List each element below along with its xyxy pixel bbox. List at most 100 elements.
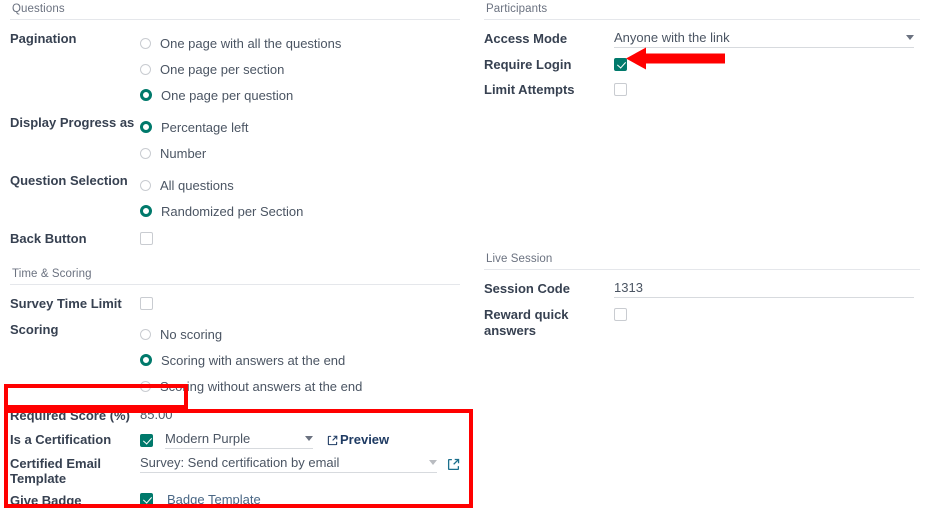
field-row-session-code: Session Code 1313 <box>484 276 920 302</box>
access-mode-label: Access Mode <box>484 31 568 46</box>
external-link-icon <box>327 434 338 449</box>
external-link-icon <box>447 458 460 474</box>
back-button-field <box>140 228 460 246</box>
radio-icon[interactable] <box>140 380 151 392</box>
radio-label: One page with all the questions <box>160 35 342 51</box>
scoring-label: Scoring <box>10 322 59 337</box>
radio-option-one-page-all[interactable]: One page with all the questions <box>140 30 460 56</box>
field-row-pagination: Pagination One page with all the questio… <box>10 26 460 110</box>
field-row-certified-email-template: Certified Email Template Survey: Send ce… <box>10 451 460 488</box>
radio-option-one-page-per-section[interactable]: One page per section <box>140 56 460 82</box>
field-row-limit-attempts: Limit Attempts <box>484 77 920 102</box>
radio-label: Randomized per Section <box>161 203 304 219</box>
require-login-checkbox[interactable] <box>614 58 627 72</box>
session-code-input[interactable]: 1313 <box>614 280 914 298</box>
radio-icon[interactable] <box>140 63 151 75</box>
right-column: Participants Access Mode Anyone with the… <box>484 0 920 341</box>
field-row-access-mode: Access Mode Anyone with the link <box>484 26 920 52</box>
field-row-require-login: Require Login <box>484 52 920 77</box>
required-score-label: Required Score (%) <box>10 408 130 423</box>
radio-icon[interactable] <box>140 37 151 49</box>
left-column: Questions Pagination One page with all t… <box>10 0 460 512</box>
radio-option-number[interactable]: Number <box>140 140 460 166</box>
field-row-display-progress: Display Progress as Percentage left Numb… <box>10 110 460 168</box>
display-progress-options: Percentage left Number <box>140 112 460 166</box>
radio-label: One page per section <box>160 61 285 77</box>
radio-icon[interactable] <box>140 179 151 191</box>
give-badge-field: Badge Template <box>140 490 460 507</box>
radio-icon-selected[interactable] <box>140 354 152 366</box>
is-certification-label: Is a Certification <box>10 432 112 447</box>
reward-quick-answers-label: Reward quick answers <box>484 307 569 338</box>
field-row-question-selection: Question Selection All questions Randomi… <box>10 168 460 226</box>
radio-label: All questions <box>160 177 234 193</box>
radio-label: Scoring without answers at the end <box>160 378 363 394</box>
radio-label: Percentage left <box>161 119 249 135</box>
open-email-template-button[interactable] <box>447 458 460 471</box>
preview-label: Preview <box>340 431 390 447</box>
access-mode-value: Anyone with the link <box>614 30 730 45</box>
field-row-scoring: Scoring No scoring Scoring with answers … <box>10 317 460 401</box>
radio-option-one-page-per-question[interactable]: One page per question <box>140 82 460 108</box>
pagination-options: One page with all the questions One page… <box>140 28 460 108</box>
preview-link[interactable]: Preview <box>327 432 389 449</box>
session-code-value: 1313 <box>614 280 643 295</box>
limit-attempts-label: Limit Attempts <box>484 82 575 97</box>
required-score-value[interactable]: 85.00 <box>140 407 173 424</box>
give-badge-label: Give Badge <box>10 493 82 508</box>
is-certification-checkbox[interactable] <box>140 433 153 447</box>
radio-icon[interactable] <box>140 147 151 159</box>
limit-attempts-checkbox[interactable] <box>614 83 627 97</box>
question-selection-label: Question Selection <box>10 173 128 188</box>
is-certification-field: Modern Purple Preview <box>140 429 460 449</box>
reward-quick-answers-checkbox[interactable] <box>614 308 627 322</box>
pagination-label: Pagination <box>10 31 77 46</box>
radio-option-scoring-without-answers[interactable]: Scoring without answers at the end <box>140 373 460 399</box>
survey-time-limit-field <box>140 293 460 311</box>
access-mode-select[interactable]: Anyone with the link <box>614 30 914 48</box>
survey-time-limit-checkbox[interactable] <box>140 297 153 311</box>
radio-icon[interactable] <box>140 328 151 340</box>
radio-option-all-questions[interactable]: All questions <box>140 172 460 198</box>
session-code-field: 1313 <box>614 278 920 298</box>
give-badge-checkbox[interactable] <box>140 493 153 506</box>
display-progress-label: Display Progress as <box>10 115 135 130</box>
chevron-down-icon[interactable] <box>305 436 313 441</box>
field-row-required-score: Required Score (%) 85.00 <box>10 401 460 426</box>
group-title-participants: Participants <box>484 0 920 20</box>
question-selection-options: All questions Randomized per Section <box>140 170 460 224</box>
badge-template-link[interactable]: Badge Template <box>167 492 261 507</box>
chevron-down-icon[interactable] <box>906 35 914 40</box>
radio-icon-selected[interactable] <box>140 121 152 133</box>
group-title-questions: Questions <box>10 0 460 20</box>
survey-time-limit-label: Survey Time Limit <box>10 296 122 311</box>
certified-email-template-select[interactable]: Survey: Send certification by email <box>140 455 437 473</box>
field-row-is-certification: Is a Certification Modern Purple Preview <box>10 426 460 451</box>
radio-option-no-scoring[interactable]: No scoring <box>140 321 460 347</box>
reward-quick-answers-field <box>614 304 920 322</box>
certified-email-template-value: Survey: Send certification by email <box>140 455 340 470</box>
field-row-survey-time-limit: Survey Time Limit <box>10 291 460 317</box>
radio-icon-selected[interactable] <box>140 205 152 217</box>
back-button-label: Back Button <box>10 231 87 246</box>
radio-label: No scoring <box>160 326 223 342</box>
radio-option-randomized-per-section[interactable]: Randomized per Section <box>140 198 460 224</box>
radio-option-scoring-with-answers[interactable]: Scoring with answers at the end <box>140 347 460 373</box>
group-title-live-session: Live Session <box>484 250 920 270</box>
require-login-field <box>614 54 920 72</box>
certification-template-select[interactable]: Modern Purple <box>165 431 313 449</box>
limit-attempts-field <box>614 79 920 97</box>
require-login-label: Require Login <box>484 57 572 72</box>
certified-email-template-field: Survey: Send certification by email <box>140 453 460 473</box>
chevron-down-icon[interactable] <box>429 460 437 465</box>
radio-label: Number <box>160 145 207 161</box>
certified-email-template-label: Certified Email Template <box>10 456 102 486</box>
session-code-label: Session Code <box>484 281 570 296</box>
survey-options-form: Questions Pagination One page with all t… <box>0 0 930 522</box>
certification-template-value: Modern Purple <box>165 431 251 446</box>
radio-option-percentage-left[interactable]: Percentage left <box>140 114 460 140</box>
access-mode-field: Anyone with the link <box>614 28 920 48</box>
radio-icon-selected[interactable] <box>140 89 152 101</box>
field-row-back-button: Back Button <box>10 226 460 256</box>
back-button-checkbox[interactable] <box>140 232 153 246</box>
